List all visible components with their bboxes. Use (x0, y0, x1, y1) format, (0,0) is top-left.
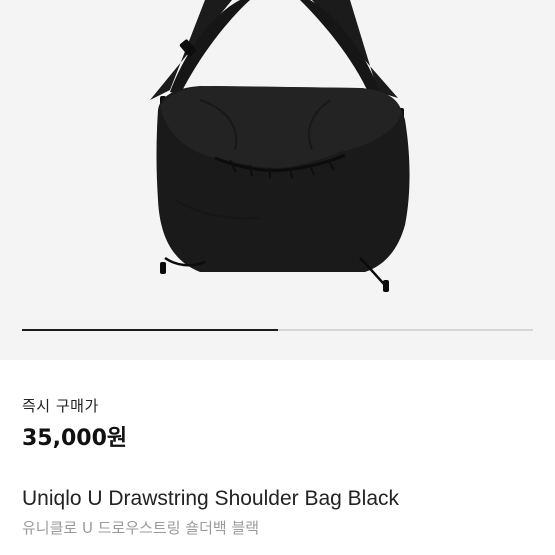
product-image-carousel[interactable] (0, 0, 555, 360)
carousel-progress-indicator (22, 329, 278, 331)
product-image (150, 0, 410, 292)
carousel-progress-track (22, 329, 533, 331)
product-subtitle: 유니클로 U 드로우스트링 숄더백 블랙 (22, 519, 260, 537)
price: 35,000원 (22, 426, 128, 451)
product-page: 즉시 구매가 35,000원 Uniqlo U Drawstring Shoul… (0, 0, 555, 555)
product-title: Uniqlo U Drawstring Shoulder Bag Black (22, 487, 400, 510)
instant-purchase-label: 즉시 구매가 (22, 397, 99, 415)
